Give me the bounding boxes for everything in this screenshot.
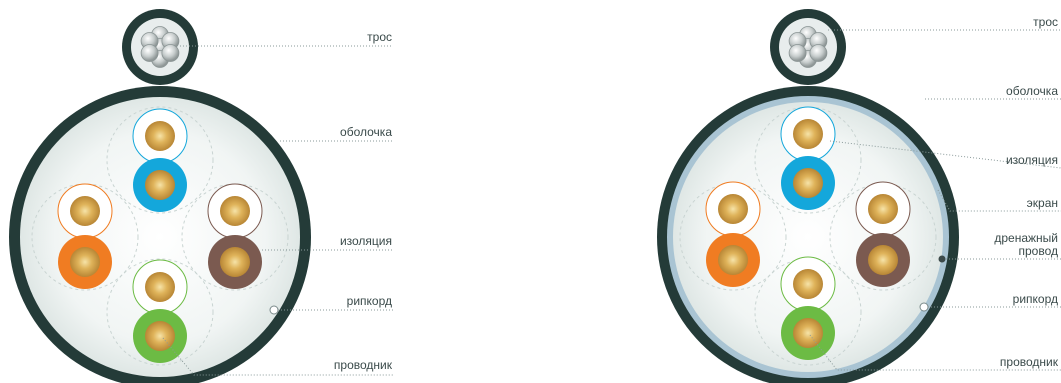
drain-wire (938, 255, 946, 263)
label-insulation: изоляция (340, 234, 392, 248)
label-conductor: проводник (1000, 355, 1059, 369)
ftp-cable-diagram: трос оболочка изоляция экран дренажный п… (657, 9, 1061, 383)
label-insulation: изоляция (1006, 153, 1058, 167)
label-drain-line1: дренажный (994, 231, 1058, 245)
messenger-wire (770, 9, 846, 85)
cable-cross-sections: трос оболочка изоляция рипкорд проводник (9, 9, 1061, 383)
label-screen: экран (1027, 196, 1058, 210)
ripcord (269, 305, 279, 315)
label-conductor: проводник (334, 358, 393, 372)
messenger-wire (122, 9, 198, 85)
label-messenger: трос (1033, 15, 1058, 29)
utp-cable-diagram: трос оболочка изоляция рипкорд проводник (9, 9, 393, 383)
label-messenger: трос (367, 30, 392, 44)
label-ripcord: рипкорд (1013, 292, 1058, 306)
label-drain-line2: провод (1019, 244, 1059, 258)
label-sheath: оболочка (340, 125, 392, 139)
label-ripcord: рипкорд (347, 294, 392, 308)
ripcord (919, 302, 929, 312)
label-sheath: оболочка (1006, 84, 1058, 98)
